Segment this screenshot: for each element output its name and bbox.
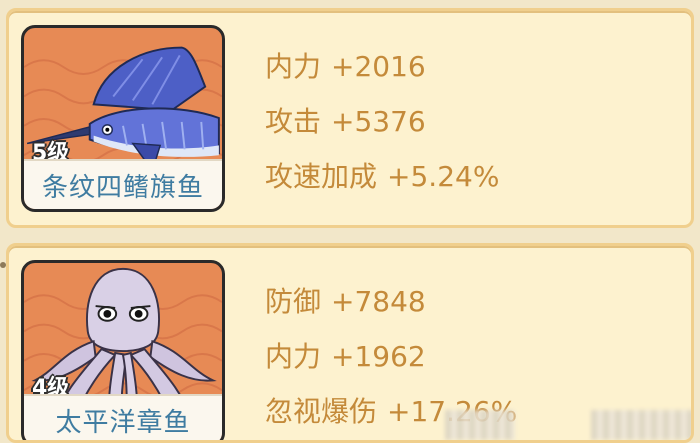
stat-label: 攻速加成 <box>265 160 378 193</box>
stat-row: 攻速加成 +5.24% <box>265 149 499 204</box>
stat-list: 内力 +2016 攻击 +5376 攻速加成 +5.24% <box>265 39 499 204</box>
stat-label: 攻击 <box>265 105 322 138</box>
stat-label: 防御 <box>265 285 322 318</box>
fish-card-marlin[interactable]: 5级 条纹四鳍旗鱼 内力 +2016 攻击 +5376 攻速加成 +5.24% <box>6 8 694 228</box>
stat-value: +7848 <box>331 285 426 318</box>
stat-value: +2016 <box>331 50 426 83</box>
fish-name: 太平洋章鱼 <box>24 394 222 440</box>
stat-value: +5.24% <box>387 160 500 193</box>
fish-tile[interactable]: 4级 太平洋章鱼 <box>21 260 225 440</box>
fish-name: 条纹四鳍旗鱼 <box>24 159 222 209</box>
stat-label: 忽视爆伤 <box>265 395 378 428</box>
stat-row: 内力 +1962 <box>265 329 517 384</box>
stat-row: 防御 +7848 <box>265 274 517 329</box>
fish-card-octopus[interactable]: 4级 太平洋章鱼 防御+7848 内力+1962 忽视爆伤+17.26% <box>6 243 694 443</box>
stat-label: 内力 <box>265 50 322 83</box>
stat-value: +5376 <box>331 105 426 138</box>
stat-row: 攻击 +5376 <box>265 94 499 149</box>
watermark-blur <box>445 410 515 440</box>
stat-value: +1962 <box>331 340 426 373</box>
stat-label: 内力 <box>265 340 322 373</box>
watermark-blur <box>591 410 691 440</box>
stat-row: 内力 +2016 <box>265 39 499 94</box>
fish-tile[interactable]: 5级 条纹四鳍旗鱼 <box>21 25 225 212</box>
